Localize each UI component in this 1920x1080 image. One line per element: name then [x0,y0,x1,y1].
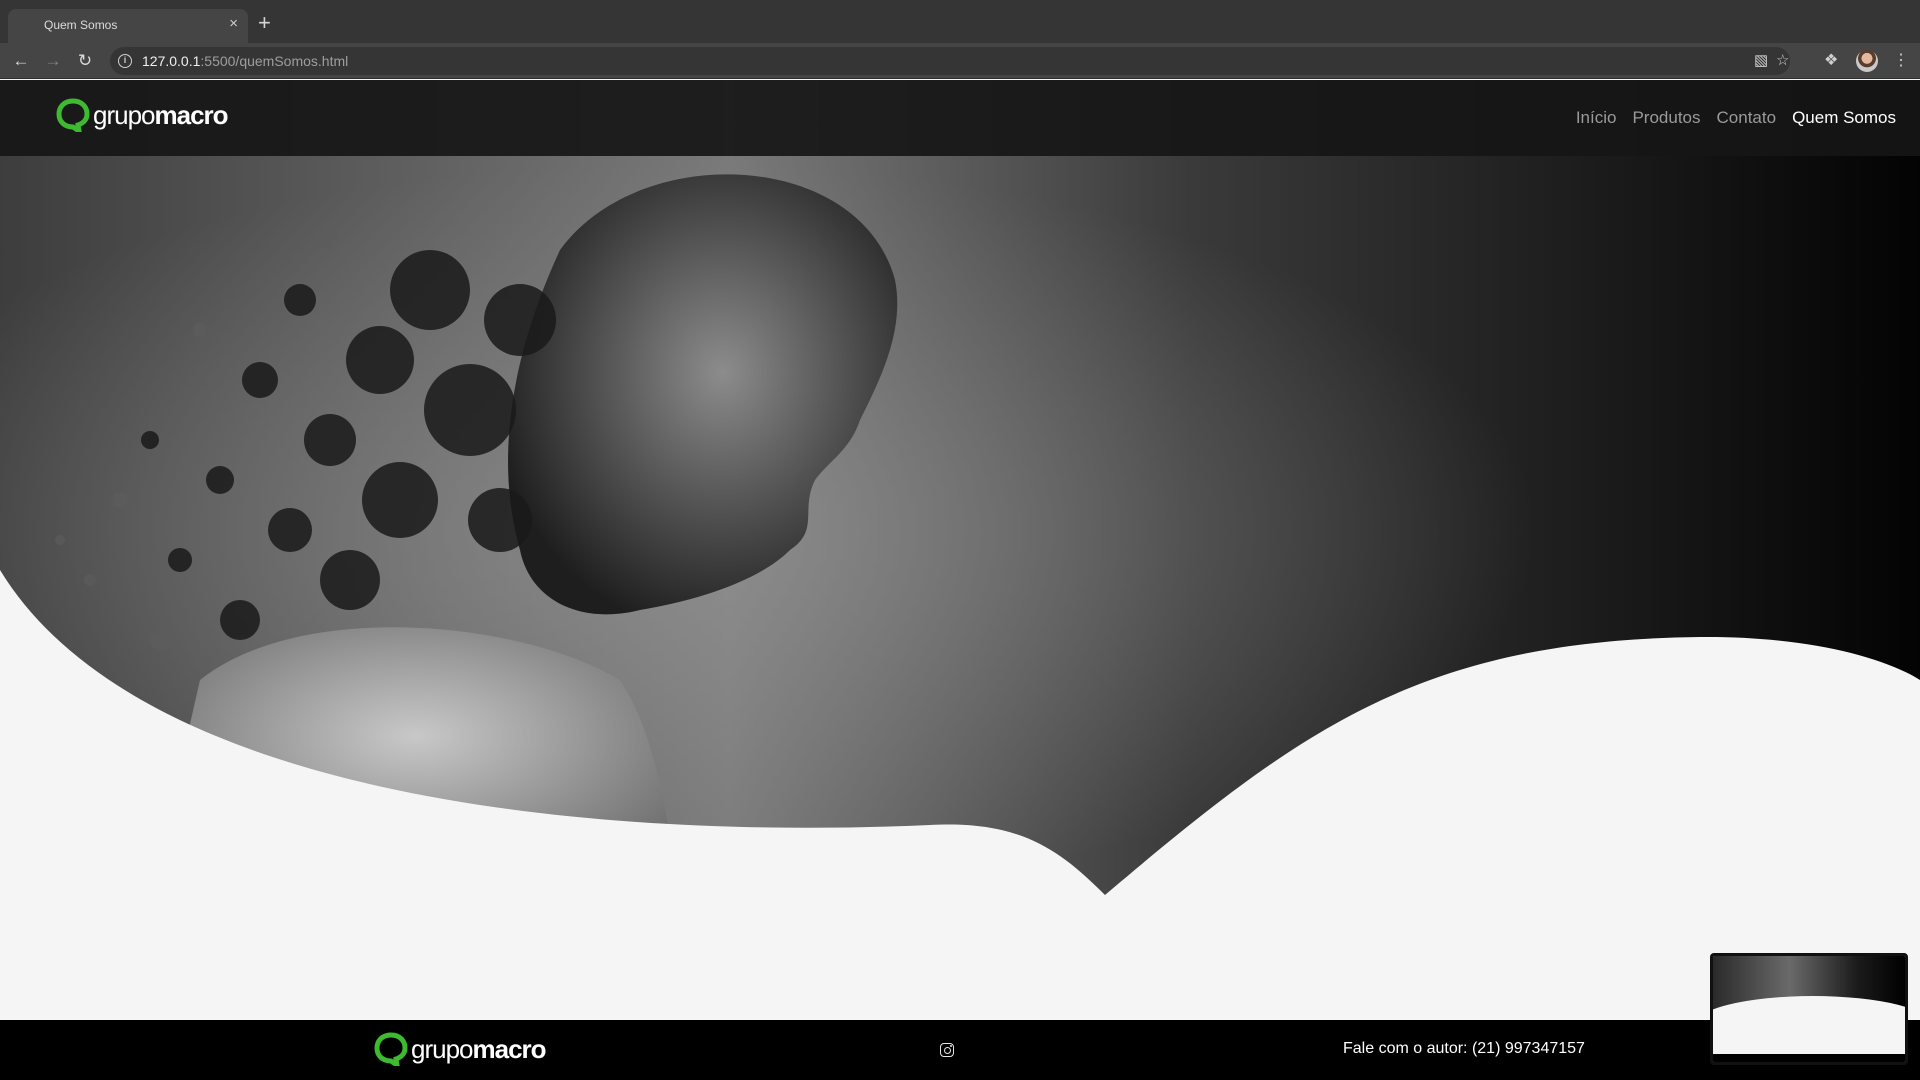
speech-bubble-logo-icon [56,98,90,132]
browser-toolbar: ← → ↻ i 127.0.0.1:5500/quemSomos.html ▧ … [0,43,1920,79]
brand-bold: macro [472,1033,547,1064]
nav-link-inicio[interactable]: Início [1576,108,1617,128]
site-navbar: grupomacro Início Produtos Contato Quem … [0,80,1920,156]
star-icon[interactable]: ☆ [1776,52,1789,70]
speech-bubble-logo-icon [374,1032,408,1066]
address-bar[interactable]: i 127.0.0.1:5500/quemSomos.html ▧ ☆ [110,47,1790,75]
reload-icon[interactable]: ↻ [74,50,96,72]
footer-contact: Fale com o autor: (21) 997347157 [1343,1040,1585,1057]
tab-title: Quem Somos [44,18,118,32]
extensions-icon[interactable]: ❖ [1824,50,1838,72]
nav-links: Início Produtos Contato Quem Somos [1576,108,1896,128]
new-tab-button[interactable]: + [258,12,271,34]
nav-link-produtos[interactable]: Produtos [1632,108,1700,128]
nav-link-quem-somos[interactable]: Quem Somos [1792,108,1896,128]
site-logo[interactable]: grupomacro [56,98,229,132]
window-preview-thumbnail[interactable] [1710,953,1908,1065]
info-icon[interactable]: i [118,54,132,68]
translate-icon[interactable]: ▧ [1754,52,1768,70]
browser-tab[interactable]: Quem Somos × [8,9,248,43]
site-footer: grupomacro Fale com o autor: (21) 997347… [0,1020,1920,1080]
back-icon[interactable]: ← [10,50,32,72]
url-text: 127.0.0.1:5500/quemSomos.html [142,53,349,69]
browser-tabstrip: Quem Somos × + [0,0,1920,43]
menu-icon[interactable]: ⋮ [1893,50,1909,72]
page-viewport: grupomacro Início Produtos Contato Quem … [0,80,1920,1080]
brand-light: grupo [93,99,155,130]
nav-link-contato[interactable]: Contato [1717,108,1777,128]
profile-avatar[interactable] [1856,50,1878,72]
brand-bold: macro [154,99,229,130]
brand-light: grupo [411,1033,473,1064]
close-tab-icon[interactable]: × [229,16,238,31]
instagram-icon[interactable] [940,1043,954,1057]
forward-icon[interactable]: → [42,50,64,72]
footer-logo[interactable]: grupomacro [374,1032,547,1066]
hero-image [0,80,1920,900]
